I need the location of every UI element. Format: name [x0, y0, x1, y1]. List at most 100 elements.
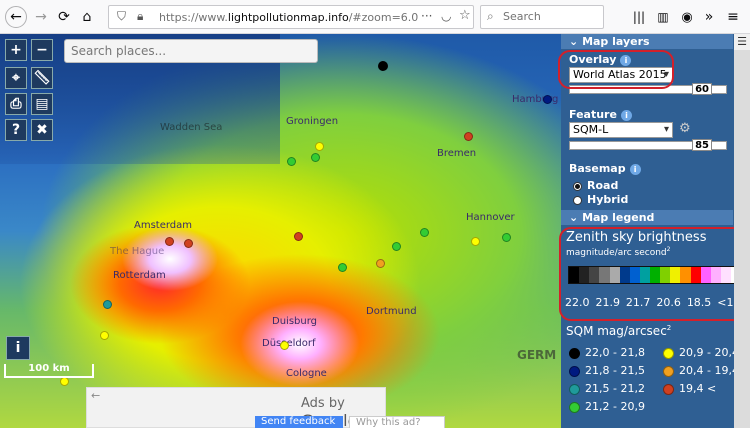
ad-back-arrow-icon[interactable]: ←	[91, 389, 100, 402]
sqm-point[interactable]	[165, 237, 174, 246]
sqm-point[interactable]	[280, 341, 289, 350]
basemap-road-radio[interactable]: Road	[573, 179, 618, 192]
basemap-hybrid-radio[interactable]: Hybrid	[573, 193, 628, 206]
sqm-point[interactable]	[392, 242, 401, 251]
city-label: Rotterdam	[113, 270, 166, 281]
sqm-title: SQM mag/arcsec2	[566, 324, 672, 338]
radio-icon[interactable]	[573, 195, 582, 205]
shield-icon[interactable]: ⛉	[117, 9, 126, 24]
city-label: Cologne	[286, 368, 327, 379]
why-this-ad-button[interactable]: Why this ad?	[349, 416, 445, 428]
help-button[interactable]: ?	[5, 119, 27, 141]
sqm-point[interactable]	[60, 377, 69, 386]
sqm-legend-item: 20,4 - 19,4	[663, 364, 739, 377]
sqm-legend-item: 21,8 - 21,5	[569, 364, 645, 377]
zoom-in-button[interactable]: +	[5, 39, 27, 61]
germany-label: GERM	[517, 348, 557, 362]
chevron-down-icon: ⌄	[569, 35, 579, 48]
basemap-label: Basemap i	[569, 162, 641, 175]
search-icon: ⌕	[487, 9, 494, 23]
radio-selected-icon[interactable]	[573, 181, 582, 191]
color-swatch	[569, 365, 580, 377]
lock-icon[interactable]: 🔒︎	[137, 9, 143, 24]
city-label: Groningen	[286, 116, 339, 127]
locate-icon[interactable]: ⌖	[5, 67, 27, 89]
feature-opacity-slider[interactable]: 85	[569, 139, 727, 151]
home-icon[interactable]: ⌂	[76, 6, 98, 28]
sqm-legend-item: 19,4 <	[663, 382, 716, 395]
sqm-legend-item: 20,9 - 20,4	[663, 346, 739, 359]
sqm-point[interactable]	[543, 95, 552, 104]
tools-icon[interactable]: ✖	[31, 119, 53, 141]
city-label: Bremen	[437, 148, 477, 159]
color-swatch	[663, 365, 674, 377]
sqm-legend-item: 21,2 - 20,9	[569, 400, 645, 413]
sqm-point[interactable]	[100, 331, 109, 340]
sqm-point[interactable]	[464, 132, 473, 141]
search-places-input[interactable]: Search places...	[64, 39, 318, 63]
ruler-icon[interactable]: 📏︎	[31, 67, 53, 89]
forward-arrow-icon[interactable]: →	[30, 6, 52, 28]
color-swatch	[663, 347, 674, 359]
panel-scrollbar[interactable]: ☰	[734, 34, 750, 428]
menu-icon[interactable]: ≡	[722, 6, 744, 28]
sqm-point[interactable]	[315, 142, 324, 151]
feature-label: Feature i	[569, 108, 632, 121]
zoom-out-button[interactable]: −	[31, 39, 53, 61]
feature-select[interactable]: SQM-L	[569, 122, 673, 138]
overlay-opacity-value: 60	[692, 83, 712, 95]
sqm-point[interactable]	[294, 232, 303, 241]
sqm-point[interactable]	[376, 259, 385, 268]
sqm-point[interactable]	[338, 263, 347, 272]
city-label: Hannover	[466, 212, 515, 223]
sqm-point[interactable]	[378, 61, 388, 71]
color-swatch	[569, 401, 580, 413]
color-swatch	[569, 347, 580, 359]
back-arrow-icon[interactable]: ←	[5, 6, 27, 28]
sea-label: Wadden Sea	[160, 122, 223, 133]
browser-toolbar: ← → ⟳ ⌂ ⛉ 🔒︎ https://www.lightpollutionm…	[0, 0, 750, 34]
overlay-highlight	[558, 50, 674, 89]
account-icon[interactable]: ◉	[676, 6, 698, 28]
reload-icon[interactable]: ⟳	[53, 6, 75, 28]
info-button[interactable]: i	[6, 336, 30, 360]
sqm-point[interactable]	[287, 157, 296, 166]
chart-icon[interactable]: ▤	[31, 93, 53, 115]
send-feedback-button[interactable]: Send feedback	[255, 416, 343, 428]
city-label: Amsterdam	[134, 220, 193, 231]
sqm-legend-item: 22,0 - 21,8	[569, 346, 645, 359]
city-label: The Hague	[110, 246, 165, 257]
overflow-chevron-icon[interactable]: »	[698, 6, 720, 28]
map-layers-header[interactable]: ⌄ Map layers	[561, 34, 733, 49]
print-icon[interactable]: ⎙	[5, 93, 27, 115]
sqm-point[interactable]	[311, 153, 320, 162]
sqm-point[interactable]	[184, 239, 193, 248]
chevron-down-icon: ⌄	[569, 211, 579, 224]
sidebar-icon[interactable]: ▥	[652, 6, 674, 28]
more-dots-icon[interactable]: ···	[421, 9, 432, 23]
sqm-point[interactable]	[103, 300, 112, 309]
map-layers-panel: ⌄ Map layers Overlayi World Atlas 2015 6…	[558, 34, 750, 428]
sqm-legend-item: 21,5 - 21,2	[569, 382, 645, 395]
info-icon[interactable]: i	[629, 163, 641, 175]
bookmark-star-icon[interactable]: ☆	[459, 8, 471, 23]
pocket-icon[interactable]: ◡	[441, 9, 451, 23]
color-swatch	[569, 383, 580, 395]
map-legend-header[interactable]: ⌄ Map legend	[561, 210, 733, 225]
browser-search-input[interactable]: ⌕ Search	[480, 5, 604, 29]
info-icon[interactable]: i	[620, 109, 632, 121]
feature-opacity-value: 85	[692, 139, 712, 151]
light-pollution-map[interactable]: Wadden Sea GERM Amsterdam The Hague Rott…	[0, 34, 561, 428]
url-text[interactable]: https://www.lightpollutionmap.info/#zoom…	[159, 11, 419, 24]
scale-bar: 100 km	[4, 364, 94, 378]
sqm-point[interactable]	[471, 237, 480, 246]
sqm-point[interactable]	[420, 228, 429, 237]
sqm-point[interactable]	[502, 233, 511, 242]
city-label: Dortmund	[366, 306, 417, 317]
city-label: Duisburg	[272, 316, 317, 327]
panel-menu-icon[interactable]: ☰	[734, 34, 750, 50]
url-bar[interactable]: ⛉ 🔒︎ https://www.lightpollutionmap.info/…	[108, 5, 474, 29]
gear-icon[interactable]: ⚙	[679, 121, 691, 136]
google-ad-banner: ← Ads by Google Send feedback Why this a…	[86, 387, 445, 428]
library-icon[interactable]: |||	[628, 6, 650, 28]
